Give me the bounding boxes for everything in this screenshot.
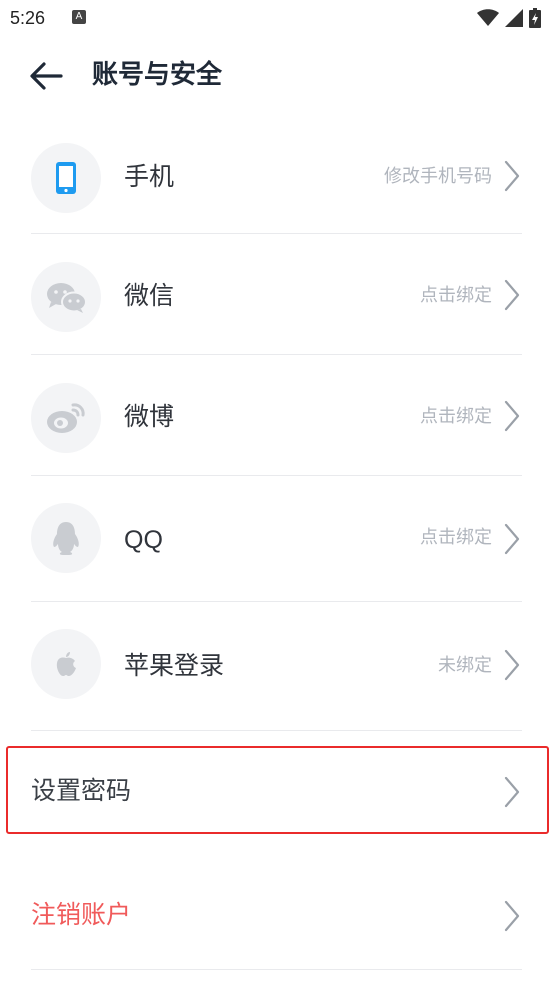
- status-bar: 5:26 A: [0, 0, 553, 38]
- chevron-right-icon: [504, 279, 520, 311]
- weibo-icon: [47, 403, 85, 433]
- chevron-right-icon: [504, 160, 520, 192]
- phone-label: 手机: [124, 162, 175, 191]
- back-button[interactable]: [26, 58, 66, 94]
- list-item-apple[interactable]: 苹果登录 未绑定: [31, 602, 522, 731]
- wechat-label: 微信: [124, 281, 175, 310]
- chevron-right-icon: [504, 900, 520, 932]
- status-icons: [477, 8, 541, 28]
- status-time: 5:26: [10, 8, 46, 28]
- weibo-icon-wrap: [31, 383, 101, 453]
- wechat-icon-wrap: [31, 262, 101, 332]
- delete-account-label: 注销账户: [31, 900, 132, 929]
- list-item-qq[interactable]: QQ 点击绑定: [31, 476, 522, 602]
- chevron-right-icon: [504, 400, 520, 432]
- wechat-value: 点击绑定: [420, 285, 492, 306]
- chevron-right-icon: [504, 649, 520, 681]
- qq-value: 点击绑定: [420, 527, 492, 548]
- apple-label: 苹果登录: [124, 651, 225, 680]
- list-item-wechat[interactable]: 微信 点击绑定: [31, 234, 522, 355]
- qq-icon: [53, 522, 79, 555]
- apple-icon: [56, 652, 76, 676]
- apple-value: 未绑定: [438, 655, 492, 676]
- account-list: 手机 修改手机号码 微信 点击绑定 微博 点击绑定 QQ 点击绑定 苹果登录 未…: [0, 115, 553, 970]
- list-item-phone[interactable]: 手机 修改手机号码: [31, 115, 522, 234]
- delete-account-button[interactable]: 注销账户: [31, 853, 522, 970]
- phone-icon-wrap: [31, 143, 101, 213]
- wifi-icon: [477, 9, 499, 26]
- wechat-icon: [47, 283, 87, 313]
- phone-icon: [56, 162, 76, 194]
- weibo-label: 微博: [124, 402, 175, 431]
- header: 账号与安全: [0, 42, 553, 110]
- signal-icon: [505, 9, 523, 27]
- arrow-left-icon: [30, 62, 63, 90]
- apple-icon-wrap: [31, 629, 101, 699]
- qq-label: QQ: [124, 526, 163, 554]
- weibo-value: 点击绑定: [420, 406, 492, 427]
- highlight-box: [6, 746, 549, 834]
- list-item-weibo[interactable]: 微博 点击绑定: [31, 355, 522, 476]
- qq-icon-wrap: [31, 503, 101, 573]
- keyboard-a-icon: A: [72, 10, 86, 24]
- page-title: 账号与安全: [92, 60, 223, 90]
- chevron-right-icon: [504, 523, 520, 555]
- battery-icon: [529, 8, 541, 28]
- phone-value: 修改手机号码: [384, 166, 492, 187]
